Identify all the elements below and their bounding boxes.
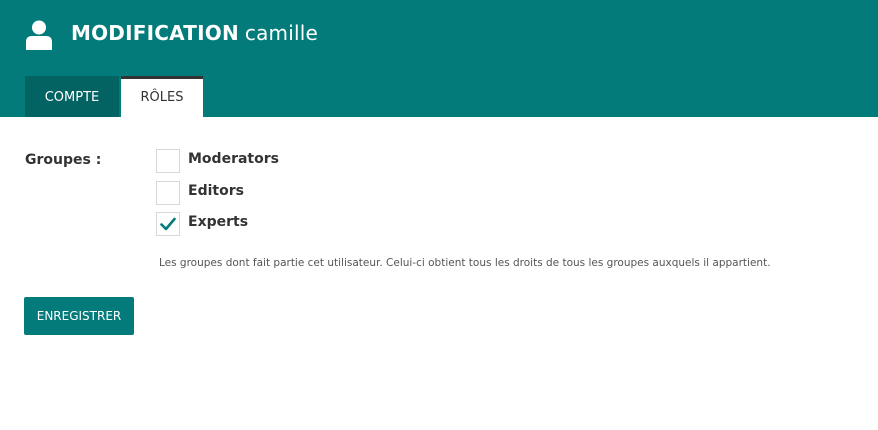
page-title: MODIFICATION camille: [71, 21, 318, 45]
tab-roles[interactable]: RÔLES: [121, 76, 203, 117]
tab-compte[interactable]: COMPTE: [25, 76, 119, 117]
group-experts-label[interactable]: Experts: [188, 214, 248, 230]
group-experts-checkbox[interactable]: [156, 212, 180, 236]
save-button[interactable]: ENREGISTRER: [24, 297, 134, 335]
group-editors-label[interactable]: Editors: [188, 183, 244, 199]
groups-label: Groupes :: [25, 152, 102, 168]
checkmark-icon: [160, 217, 176, 231]
groups-help-text: Les groupes dont fait partie cet utilisa…: [159, 257, 771, 269]
group-editors-checkbox[interactable]: [156, 181, 180, 205]
group-moderators-label[interactable]: Moderators: [188, 151, 279, 167]
page-title-username: camille: [244, 21, 318, 45]
page-header: MODIFICATION camille COMPTE RÔLES: [0, 0, 878, 117]
page-title-action: MODIFICATION: [71, 21, 239, 45]
group-moderators-checkbox[interactable]: [156, 149, 180, 173]
user-icon: [26, 20, 52, 50]
